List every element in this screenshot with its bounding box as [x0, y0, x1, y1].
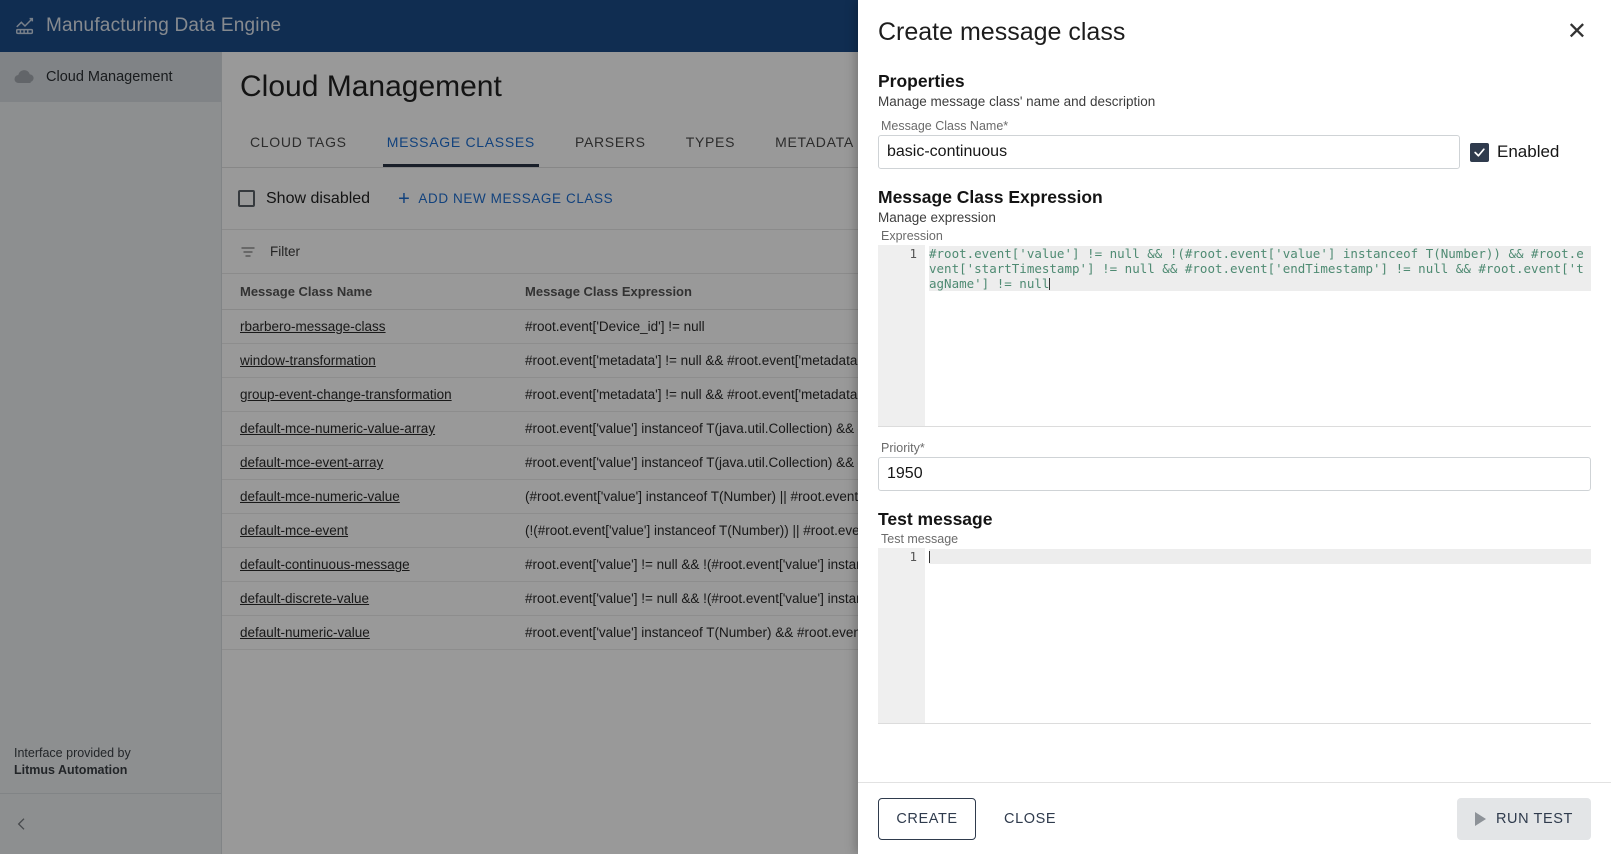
test-message-heading: Test message [878, 509, 993, 529]
expression-line-numbers: 1 [878, 245, 925, 426]
enabled-label: Enabled [1497, 142, 1560, 161]
message-class-name-label-text: Message Class Name [881, 119, 1004, 133]
name-and-enabled-row: basic-continuous Enabled [878, 135, 1591, 169]
test-message-code-text [929, 549, 1591, 564]
test-message-editor[interactable]: 1 [878, 548, 1591, 724]
priority-label: Priority* [881, 441, 1591, 455]
text-caret [1049, 278, 1051, 290]
text-caret [929, 551, 930, 563]
run-test-label: Run test [1495, 810, 1573, 827]
dialog-header: Create message class ✕ [858, 0, 1611, 51]
expression-label: Expression [881, 229, 943, 243]
expression-line-number-1: 1 [909, 246, 917, 261]
message-class-name-label: Message Class Name* [881, 119, 1591, 133]
expression-subtitle: Manage expression [878, 210, 996, 225]
priority-input[interactable]: 1950 [878, 457, 1591, 491]
dialog-title: Create message class [878, 18, 1126, 46]
test-message-label: Test message [881, 532, 959, 546]
properties-heading: Properties [878, 71, 965, 91]
enabled-toggle[interactable]: Enabled [1470, 142, 1559, 162]
test-message-line-numbers: 1 [878, 548, 925, 723]
run-test-button[interactable]: Run test [1456, 797, 1591, 840]
required-marker: * [1003, 119, 1009, 133]
expression-code-text: #root.event['value'] != null && !(#root.… [929, 246, 1591, 291]
message-class-name-input[interactable]: basic-continuous [878, 135, 1460, 169]
priority-required-marker: * [919, 441, 925, 455]
play-icon [1474, 811, 1486, 826]
test-message-line-number-1: 1 [909, 549, 917, 564]
close-button[interactable]: Close [986, 798, 1074, 840]
check-icon [1474, 147, 1485, 157]
dialog-footer: Create Close Run test [858, 782, 1611, 854]
close-icon[interactable]: ✕ [1563, 18, 1591, 46]
dialog-body: Properties Manage message class' name an… [858, 51, 1611, 782]
priority-label-text: Priority [881, 441, 920, 455]
create-message-class-dialog: Create message class ✕ Properties Manage… [858, 0, 1611, 854]
expression-editor[interactable]: 1 #root.event['value'] != null && !(#roo… [878, 245, 1591, 427]
app-root: Manufacturing Data Engine Cloud Manageme… [0, 0, 1611, 854]
test-message-code-content[interactable] [925, 548, 1591, 723]
properties-subtitle: Manage message class' name and descripti… [878, 94, 1156, 109]
expression-heading: Message Class Expression [878, 187, 1103, 207]
expression-code-content[interactable]: #root.event['value'] != null && !(#root.… [925, 245, 1591, 426]
create-button[interactable]: Create [878, 797, 976, 840]
enabled-checkbox[interactable] [1470, 142, 1489, 162]
